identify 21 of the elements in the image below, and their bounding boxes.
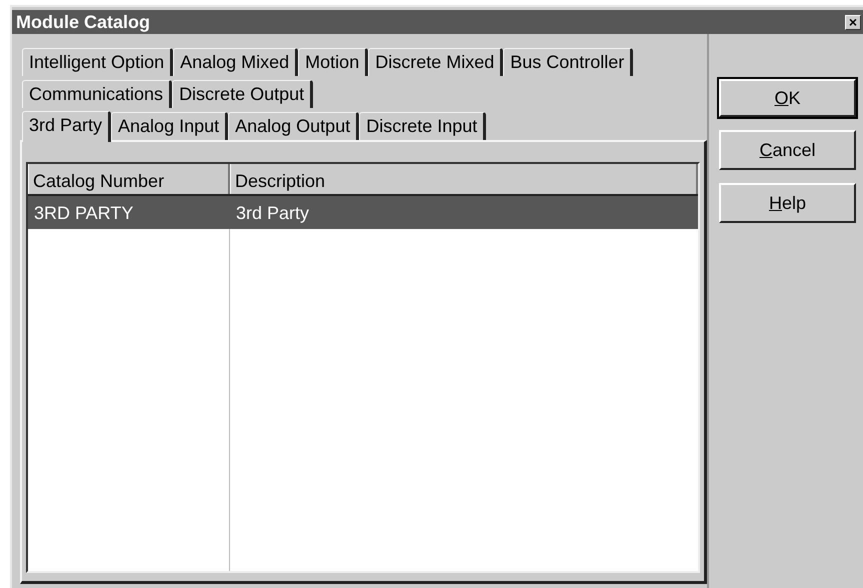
table-cell-text: 3rd Party	[235, 202, 310, 225]
tab[interactable]: Discrete Input	[359, 112, 486, 140]
tab[interactable]: Analog Input	[111, 112, 228, 140]
tab[interactable]: Discrete Mixed	[368, 48, 504, 76]
ok-button[interactable]: OK	[719, 79, 856, 117]
list-row[interactable]: 3RD PARTY 3rd Party	[28, 196, 698, 229]
tab[interactable]: Discrete Output	[172, 80, 314, 108]
cancel-button[interactable]: Cancel	[719, 130, 856, 170]
tab[interactable]: Bus Controller	[503, 48, 634, 76]
window-title: Module Catalog	[16, 10, 150, 34]
tab[interactable]: Analog Output	[228, 112, 360, 140]
tab[interactable]: Intelligent Option	[22, 48, 174, 76]
tab[interactable]: Motion	[298, 48, 368, 76]
tab[interactable]: Communications	[22, 80, 172, 108]
close-button[interactable]: ×	[845, 14, 861, 30]
table-cell-text: 3RD PARTY	[33, 202, 134, 225]
column-header[interactable]: Description	[230, 164, 698, 194]
tab[interactable]: Analog Mixed	[173, 48, 298, 76]
tab[interactable]: 3rd Party	[22, 111, 112, 142]
column-header[interactable]: Catalog Number	[28, 164, 230, 194]
help-button[interactable]: Help	[719, 183, 856, 223]
